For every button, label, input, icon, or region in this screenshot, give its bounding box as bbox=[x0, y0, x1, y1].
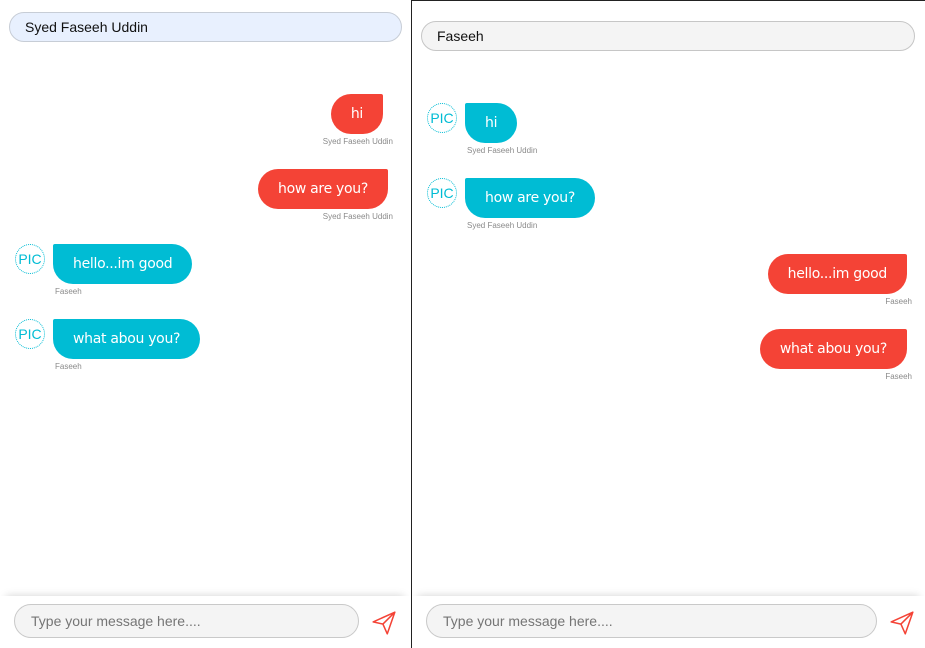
avatar: PIC bbox=[15, 244, 45, 274]
composer-bar bbox=[0, 596, 410, 648]
avatar: PIC bbox=[15, 319, 45, 349]
message-received: PIC hello...im good Faseeh bbox=[15, 244, 193, 296]
sender-name: Syed Faseeh Uddin bbox=[467, 146, 538, 155]
message-sent: how are you? Syed Faseeh Uddin bbox=[258, 169, 393, 221]
chat-pane-left: Syed Faseeh Uddin hi Syed Faseeh Uddin h… bbox=[0, 0, 410, 648]
message-input[interactable] bbox=[426, 604, 877, 638]
message-bubble: hello...im good bbox=[767, 254, 907, 294]
sender-name: Faseeh bbox=[55, 287, 82, 296]
message-bubble: hello...im good bbox=[53, 244, 193, 284]
sender-name: Syed Faseeh Uddin bbox=[467, 221, 538, 230]
message-sent: what abou you? Faseeh bbox=[759, 329, 912, 381]
user-name-field[interactable]: Syed Faseeh Uddin bbox=[9, 12, 402, 42]
sender-name: Syed Faseeh Uddin bbox=[322, 137, 393, 146]
message-sent: hi Syed Faseeh Uddin bbox=[323, 94, 393, 146]
message-bubble: hi bbox=[330, 94, 383, 134]
user-name-field[interactable]: Faseeh bbox=[421, 21, 915, 51]
message-received: PIC what abou you? Faseeh bbox=[15, 319, 201, 371]
avatar: PIC bbox=[427, 178, 457, 208]
message-bubble: how are you? bbox=[258, 169, 388, 209]
message-bubble: what abou you? bbox=[759, 329, 907, 369]
sender-name: Faseeh bbox=[885, 297, 912, 306]
send-icon[interactable] bbox=[371, 610, 397, 636]
sender-name: Syed Faseeh Uddin bbox=[322, 212, 393, 221]
message-bubble: how are you? bbox=[465, 178, 595, 218]
send-icon[interactable] bbox=[889, 610, 915, 636]
message-received: PIC how are you? Syed Faseeh Uddin bbox=[427, 178, 595, 230]
message-received: PIC hi Syed Faseeh Uddin bbox=[427, 103, 537, 155]
message-sent: hello...im good Faseeh bbox=[767, 254, 912, 306]
composer-bar bbox=[412, 596, 925, 648]
sender-name: Faseeh bbox=[885, 372, 912, 381]
sender-name: Faseeh bbox=[55, 362, 82, 371]
chat-pane-right: Faseeh PIC hi Syed Faseeh Uddin PIC how … bbox=[411, 0, 925, 648]
avatar: PIC bbox=[427, 103, 457, 133]
message-bubble: what abou you? bbox=[53, 319, 201, 359]
message-input[interactable] bbox=[14, 604, 359, 638]
message-bubble: hi bbox=[465, 103, 518, 143]
